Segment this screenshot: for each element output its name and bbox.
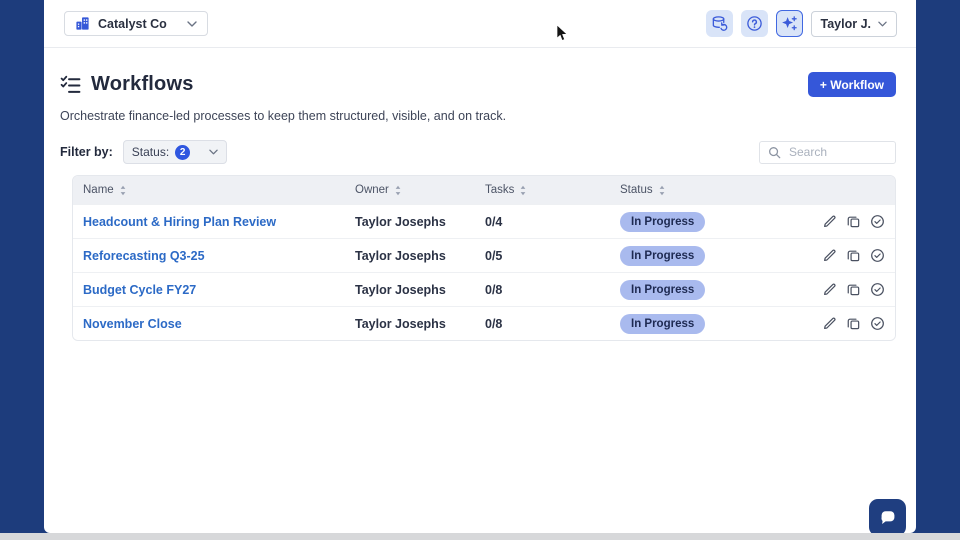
row-actions: [803, 282, 885, 297]
row-actions: [803, 316, 885, 331]
main-content: Workflows + Workflow Orchestrate finance…: [44, 48, 916, 341]
duplicate-icon[interactable]: [846, 316, 861, 331]
filter-by-label: Filter by:: [60, 145, 113, 159]
help-button[interactable]: [740, 10, 768, 37]
search-box: [759, 140, 896, 164]
workflow-name-cell: November Close: [83, 315, 355, 333]
sort-icon[interactable]: [658, 185, 666, 196]
edit-icon[interactable]: [822, 214, 837, 229]
workflow-owner: Taylor Josephs: [355, 282, 446, 297]
workflow-name-link[interactable]: Reforecasting Q3-25: [83, 249, 205, 263]
row-actions: [803, 248, 885, 263]
status-badge: In Progress: [620, 313, 706, 334]
search-icon: [768, 146, 781, 159]
workflow-owner: Taylor Josephs: [355, 316, 446, 331]
column-header-tasks: Tasks: [485, 184, 620, 196]
ai-assistant-button[interactable]: [775, 10, 803, 37]
status-filter-label: Status:: [131, 145, 170, 159]
page-title: Workflows: [91, 73, 194, 95]
workflow-status-cell: In Progress: [620, 245, 803, 266]
workflow-tasks: 0/8: [485, 282, 503, 297]
data-sync-button[interactable]: [705, 10, 733, 37]
complete-icon[interactable]: [870, 214, 885, 229]
workflow-tasks: 0/5: [485, 248, 503, 263]
chat-bubble-icon: [877, 507, 899, 529]
status-filter-count-badge: 2: [175, 144, 191, 160]
status-badge: In Progress: [620, 245, 706, 266]
duplicate-icon[interactable]: [846, 214, 861, 229]
workflow-name-link[interactable]: Headcount & Hiring Plan Review: [83, 215, 276, 229]
bottom-strip: [0, 533, 960, 540]
duplicate-icon[interactable]: [846, 248, 861, 263]
workflow-name-cell: Budget Cycle FY27: [83, 281, 355, 299]
workflow-tasks: 0/4: [485, 214, 503, 229]
column-header-name: Name: [83, 184, 355, 196]
workflow-tasks: 0/8: [485, 316, 503, 331]
chevron-down-icon: [187, 21, 197, 27]
chat-widget-button[interactable]: [869, 499, 906, 536]
search-input[interactable]: [787, 144, 887, 160]
company-selector[interactable]: Catalyst Co: [64, 11, 208, 36]
topbar-actions: Taylor J.: [705, 10, 897, 37]
sort-icon[interactable]: [394, 185, 402, 196]
workflow-name-link[interactable]: Budget Cycle FY27: [83, 283, 196, 297]
checklist-icon: [60, 74, 81, 95]
complete-icon[interactable]: [870, 316, 885, 331]
table-row: Reforecasting Q3-25 Taylor Josephs 0/5 In P…: [73, 238, 895, 272]
edit-icon[interactable]: [822, 248, 837, 263]
workflow-owner: Taylor Josephs: [355, 248, 446, 263]
table-row: Budget Cycle FY27 Taylor Josephs 0/8 In Pro…: [73, 272, 895, 306]
user-name: Taylor J.: [820, 16, 871, 31]
sort-icon[interactable]: [519, 185, 527, 196]
table-row: Headcount & Hiring Plan Review Taylor Jos…: [73, 204, 895, 238]
column-header-status: Status: [620, 184, 803, 196]
table-row: November Close Taylor Josephs 0/8 In Progre…: [73, 306, 895, 340]
table-header: Name Owner Tasks Status: [73, 176, 895, 204]
workflows-table: Name Owner Tasks Status Headcount & Hiri…: [72, 175, 896, 341]
user-menu[interactable]: Taylor J.: [810, 10, 897, 37]
workflow-status-cell: In Progress: [620, 313, 803, 334]
help-icon: [746, 15, 763, 32]
sort-icon[interactable]: [119, 185, 127, 196]
chevron-down-icon: [209, 149, 218, 155]
chevron-down-icon: [878, 21, 887, 27]
complete-icon[interactable]: [870, 282, 885, 297]
company-name: Catalyst Co: [98, 16, 167, 31]
workflow-owner: Taylor Josephs: [355, 214, 446, 229]
database-sync-icon: [711, 15, 728, 32]
status-filter-dropdown[interactable]: Status: 2: [122, 140, 227, 164]
page-subtitle: Orchestrate finance-led processes to kee…: [60, 109, 507, 123]
column-header-owner: Owner: [355, 184, 485, 196]
status-badge: In Progress: [620, 279, 706, 300]
duplicate-icon[interactable]: [846, 282, 861, 297]
complete-icon[interactable]: [870, 248, 885, 263]
workflow-name-link[interactable]: November Close: [83, 317, 182, 331]
workflow-name-cell: Headcount & Hiring Plan Review: [83, 213, 355, 231]
top-bar: Catalyst Co Taylor J.: [44, 0, 916, 48]
workflow-status-cell: In Progress: [620, 211, 803, 232]
row-actions: [803, 214, 885, 229]
building-icon: [75, 16, 90, 31]
edit-icon[interactable]: [822, 316, 837, 331]
edit-icon[interactable]: [822, 282, 837, 297]
new-workflow-button[interactable]: + Workflow: [807, 72, 896, 97]
workflow-status-cell: In Progress: [620, 279, 803, 300]
status-badge: In Progress: [620, 211, 706, 232]
workflow-name-cell: Reforecasting Q3-25: [83, 247, 355, 265]
table-body: Headcount & Hiring Plan Review Taylor Jos…: [73, 204, 895, 340]
sparkles-icon: [781, 15, 798, 32]
app-window: Catalyst Co Taylor J. Workflows + Workfl…: [44, 0, 916, 533]
